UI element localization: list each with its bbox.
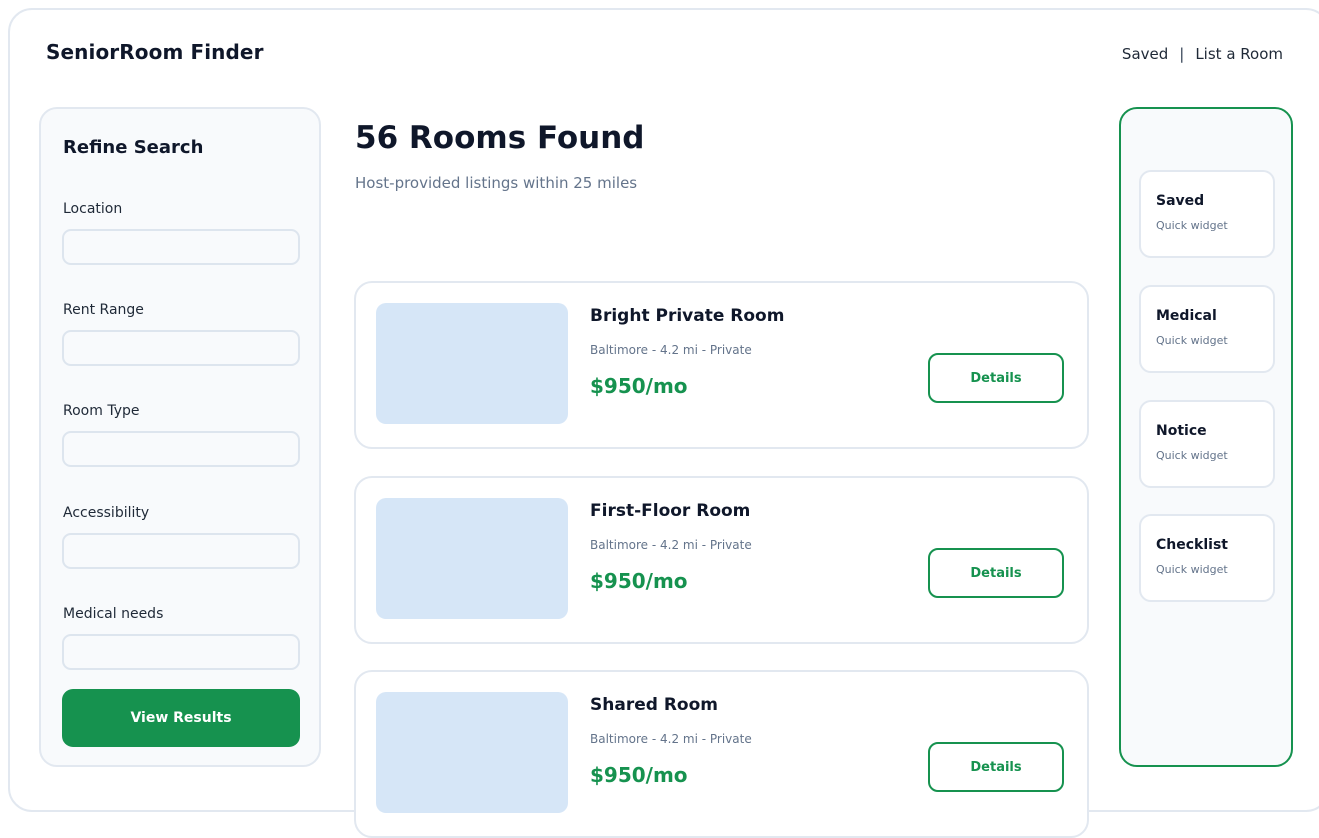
- results-subtitle: Host-provided listings within 25 miles: [355, 174, 638, 192]
- listing-name[interactable]: First-Floor Room: [590, 501, 750, 521]
- widget-title: Saved: [1156, 193, 1205, 209]
- listing-meta: Baltimore - 4.2 mi - Private: [590, 343, 752, 357]
- listing-card[interactable]: Bright Private Room Baltimore - 4.2 mi -…: [354, 281, 1089, 449]
- saved-widget[interactable]: Saved Quick widget: [1139, 170, 1275, 258]
- listing-photo[interactable]: [376, 498, 568, 619]
- top-nav: Saved | List a Room: [1122, 45, 1283, 63]
- medical-needs-label: Medical needs: [63, 606, 164, 622]
- widget-subtitle: Quick widget: [1156, 449, 1228, 462]
- widget-title: Checklist: [1156, 537, 1228, 553]
- widget-title: Notice: [1156, 423, 1207, 439]
- results-title: 56 Rooms Found: [355, 120, 645, 156]
- listing-name[interactable]: Shared Room: [590, 695, 718, 715]
- rent-range-label: Rent Range: [63, 302, 144, 318]
- location-input[interactable]: [62, 229, 300, 265]
- medical-widget[interactable]: Medical Quick widget: [1139, 285, 1275, 373]
- nav-list-room-link[interactable]: List a Room: [1195, 45, 1283, 63]
- medical-needs-input[interactable]: [62, 634, 300, 670]
- details-button[interactable]: Details: [928, 353, 1064, 403]
- listing-photo[interactable]: [376, 303, 568, 424]
- widget-subtitle: Quick widget: [1156, 334, 1228, 347]
- listing-card[interactable]: First-Floor Room Baltimore - 4.2 mi - Pr…: [354, 476, 1089, 644]
- brand-title[interactable]: SeniorRoom Finder: [46, 40, 264, 64]
- listing-card[interactable]: Shared Room Baltimore - 4.2 mi - Private…: [354, 670, 1089, 838]
- location-label: Location: [63, 201, 123, 217]
- listing-photo[interactable]: [376, 692, 568, 813]
- widget-title: Medical: [1156, 308, 1217, 324]
- room-type-label: Room Type: [63, 403, 140, 419]
- rent-range-input[interactable]: [62, 330, 300, 366]
- accessibility-input[interactable]: [62, 533, 300, 569]
- nav-separator: |: [1179, 45, 1185, 63]
- listing-price: $950/mo: [590, 569, 688, 593]
- filter-panel: Refine Search Location Rent Range Room T…: [39, 107, 321, 767]
- listing-price: $950/mo: [590, 374, 688, 398]
- checklist-widget[interactable]: Checklist Quick widget: [1139, 514, 1275, 602]
- details-button[interactable]: Details: [928, 742, 1064, 792]
- nav-saved-link[interactable]: Saved: [1122, 45, 1168, 63]
- listing-price: $950/mo: [590, 763, 688, 787]
- quick-widget-rail: Saved Quick widget Medical Quick widget …: [1119, 107, 1293, 767]
- notice-widget[interactable]: Notice Quick widget: [1139, 400, 1275, 488]
- details-button[interactable]: Details: [928, 548, 1064, 598]
- filter-panel-title: Refine Search: [63, 137, 204, 158]
- listing-meta: Baltimore - 4.2 mi - Private: [590, 732, 752, 746]
- view-results-button[interactable]: View Results: [62, 689, 300, 747]
- room-type-input[interactable]: [62, 431, 300, 467]
- widget-subtitle: Quick widget: [1156, 219, 1228, 232]
- listing-meta: Baltimore - 4.2 mi - Private: [590, 538, 752, 552]
- accessibility-label: Accessibility: [63, 505, 150, 521]
- widget-subtitle: Quick widget: [1156, 563, 1228, 576]
- listing-name[interactable]: Bright Private Room: [590, 306, 784, 326]
